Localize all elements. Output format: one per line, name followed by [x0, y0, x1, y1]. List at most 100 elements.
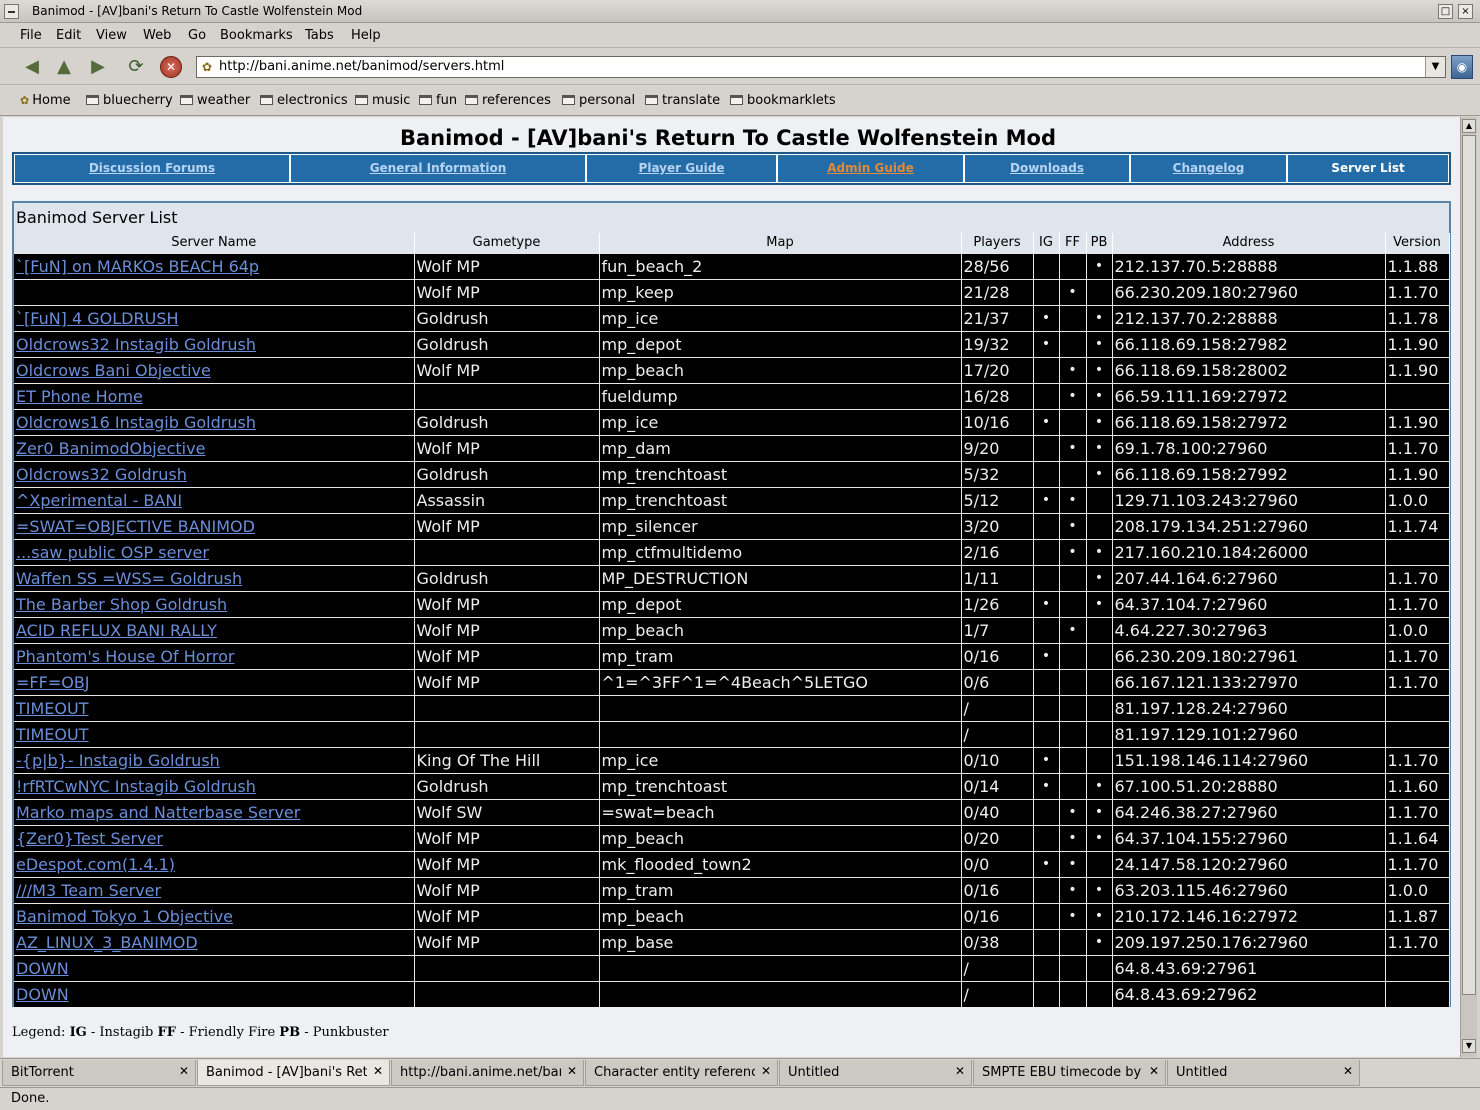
url-field[interactable]: ✿ http://bani.anime.net/banimod/servers.… [196, 56, 1446, 78]
server-link[interactable]: Marko maps and Natterbase Server [16, 803, 300, 822]
close-icon[interactable]: ✕ [955, 1064, 965, 1078]
back-arrow-icon[interactable]: ◀ [20, 55, 44, 79]
server-link[interactable]: Waffen SS =WSS= Goldrush [16, 569, 242, 588]
server-link[interactable]: ACID REFLUX BANI RALLY [16, 621, 217, 640]
window-close-icon[interactable]: × [1458, 4, 1473, 19]
server-link[interactable]: `[FuN] on MARKOs BEACH 64p [16, 257, 259, 276]
server-link[interactable]: Phantom's House Of Horror [16, 647, 234, 666]
server-link[interactable]: =SWAT=OBJECTIVE BANIMOD [16, 517, 255, 536]
menu-file[interactable]: File [20, 28, 42, 43]
tab-smpte[interactable]: SMPTE EBU timecode by Phil Rees ✕ [973, 1060, 1166, 1086]
close-icon[interactable]: ✕ [1343, 1064, 1353, 1078]
cell-address: 66.118.69.158:27992 [1112, 460, 1386, 487]
nav-link[interactable]: Discussion Forums [89, 161, 215, 175]
close-icon[interactable]: ✕ [761, 1064, 771, 1078]
forward-arrow-icon[interactable]: ▶ [86, 55, 110, 79]
nav-player-guide: Player Guide [587, 155, 776, 182]
server-link[interactable]: DOWN [16, 959, 69, 978]
tab-bittorrent[interactable]: BitTorrent ✕ [2, 1060, 196, 1086]
cell-ff [1059, 980, 1087, 1007]
window-menu-button[interactable] [4, 4, 19, 19]
server-link[interactable]: {Zer0}Test Server [16, 829, 163, 848]
cell-server-name: DOWN [14, 954, 415, 981]
tab-banimod[interactable]: Banimod - [AV]bani's Return To Castle Wo… [197, 1060, 390, 1086]
nav-link[interactable]: Changelog [1173, 161, 1245, 175]
server-link[interactable]: The Barber Shop Goldrush [16, 595, 227, 614]
bookmark-label: bluecherry [103, 93, 173, 108]
server-link[interactable]: Oldcrows32 Goldrush [16, 465, 187, 484]
server-link[interactable]: AZ_LINUX_3_BANIMOD [16, 933, 198, 952]
bookmark-folder-personal[interactable]: personal [562, 93, 635, 108]
close-icon[interactable]: ✕ [567, 1064, 577, 1078]
server-link[interactable]: -{p|b}- Instagib Goldrush [16, 751, 220, 770]
tab-label: Banimod - [AV]bani's Return To Castle Wo… [206, 1065, 367, 1080]
nav-link[interactable]: Downloads [1010, 161, 1084, 175]
menu-help[interactable]: Help [351, 28, 381, 43]
cell-ff: • [1059, 902, 1087, 929]
menu-view[interactable]: View [96, 28, 127, 43]
bookmark-folder-bluecherry[interactable]: bluecherry [86, 93, 173, 108]
cell-players: 0/16 [961, 876, 1034, 903]
server-link[interactable]: ^Xperimental - BANI [16, 491, 182, 510]
window-maximize-icon[interactable]: □ [1438, 4, 1453, 19]
server-link[interactable]: `[FuN] 4 GOLDRUSH [16, 309, 179, 328]
menu-web[interactable]: Web [143, 28, 171, 43]
tab-label: http://bani.anime.net/banimod/servers.ht… [400, 1065, 561, 1080]
server-link[interactable]: ET Phone Home [16, 387, 143, 406]
nav-link[interactable]: Player Guide [639, 161, 725, 175]
server-link[interactable]: TIMEOUT [16, 699, 88, 718]
tab-label: Untitled [788, 1065, 840, 1080]
server-link[interactable]: Oldcrows Bani Objective [16, 361, 211, 380]
col-gametype: Gametype [414, 233, 600, 253]
cell-gametype [414, 538, 600, 565]
bookmark-folder-weather[interactable]: weather [180, 93, 250, 108]
cell-gametype: Goldrush [414, 304, 600, 331]
server-link[interactable]: Oldcrows16 Instagib Goldrush [16, 413, 256, 432]
bookmark-folder-music[interactable]: music [355, 93, 410, 108]
server-link[interactable]: Banimod Tokyo 1 Objective [16, 907, 233, 926]
bookmark-folder-fun[interactable]: fun [419, 93, 457, 108]
bookmark-folder-translate[interactable]: translate [645, 93, 720, 108]
folder-icon [180, 95, 193, 105]
server-link[interactable]: DOWN [16, 985, 69, 1004]
cell-map: mp_depot [599, 330, 962, 357]
tab-character-entity[interactable]: Character entity references ✕ [585, 1060, 778, 1086]
tab-untitled-1[interactable]: Untitled ✕ [779, 1060, 972, 1086]
bookmark-folder-electronics[interactable]: electronics [260, 93, 348, 108]
menu-tabs[interactable]: Tabs [305, 28, 334, 43]
reload-icon[interactable]: ⟳ [124, 55, 148, 79]
server-link[interactable]: =FF=OBJ [16, 673, 90, 692]
menu-edit[interactable]: Edit [56, 28, 81, 43]
nav-link[interactable]: General Information [370, 161, 507, 175]
url-dropdown-icon[interactable]: ▼ [1425, 57, 1445, 77]
menu-bookmarks[interactable]: Bookmarks [220, 28, 293, 43]
server-link[interactable]: TIMEOUT [16, 725, 88, 744]
legend-ff-key: FF [157, 1025, 176, 1040]
scroll-thumb[interactable] [1462, 135, 1476, 995]
cell-address: 66.118.69.158:27972 [1112, 408, 1386, 435]
bookmark-home[interactable]: ✿ Home [20, 93, 71, 108]
scroll-up-icon[interactable]: ▲ [1462, 119, 1476, 133]
server-link[interactable]: !rfRTCwNYC Instagib Goldrush [16, 777, 256, 796]
stop-icon[interactable]: ✕ [160, 56, 182, 78]
nav-link[interactable]: Admin Guide [827, 161, 913, 175]
server-link[interactable]: eDespot.com(1.4.1) [16, 855, 175, 874]
server-link[interactable]: Zer0 BanimodObjective [16, 439, 205, 458]
bookmark-folder-bookmarklets[interactable]: bookmarklets [730, 93, 836, 108]
close-icon[interactable]: ✕ [373, 1064, 383, 1078]
up-arrow-icon[interactable]: ▲ [52, 55, 76, 79]
scroll-down-icon[interactable]: ▼ [1462, 1039, 1476, 1053]
tab-servers-url[interactable]: http://bani.anime.net/banimod/servers.ht… [391, 1060, 584, 1086]
bookmark-folder-references[interactable]: references [465, 93, 551, 108]
close-icon[interactable]: ✕ [1149, 1064, 1159, 1078]
server-link[interactable]: ...saw public OSP server [16, 543, 209, 562]
tab-untitled-2[interactable]: Untitled ✕ [1167, 1060, 1360, 1086]
cell-pb: • [1086, 356, 1113, 383]
menu-go[interactable]: Go [188, 28, 206, 43]
server-link[interactable]: ///M3 Team Server [16, 881, 161, 900]
server-link[interactable]: Oldcrows32 Instagib Goldrush [16, 335, 256, 354]
vertical-scrollbar[interactable]: ▲ ▼ [1460, 117, 1477, 1057]
close-icon[interactable]: ✕ [179, 1064, 189, 1078]
cell-server-name: ACID REFLUX BANI RALLY [14, 616, 415, 643]
cell-ff: • [1059, 798, 1087, 825]
